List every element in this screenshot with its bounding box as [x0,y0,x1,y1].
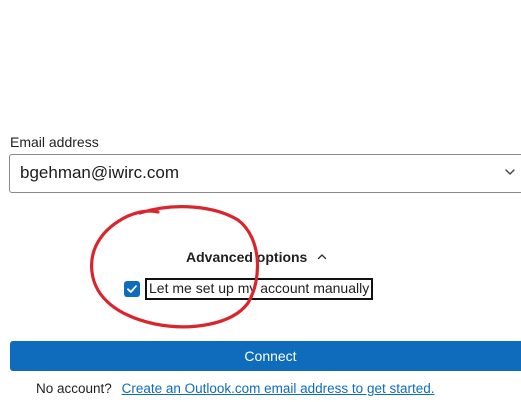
chevron-down-icon[interactable] [504,166,516,178]
connect-button[interactable]: Connect [10,341,521,371]
create-outlook-account-link[interactable]: Create an Outlook.com email address to g… [122,381,435,396]
account-setup-page: Email address bgehman@iwirc.com Advanced… [0,0,521,402]
manual-setup-label[interactable]: Let me set up my account manually [145,278,374,300]
no-account-text: No account? [36,381,112,396]
advanced-options-toggle[interactable]: Advanced options [186,248,327,266]
advanced-options-label[interactable]: Advanced options [186,249,307,265]
manual-setup-row[interactable]: Let me set up my account manually [124,278,374,300]
manual-setup-checkbox[interactable] [124,281,140,297]
chevron-up-icon[interactable] [317,252,327,262]
email-address-label: Email address [10,134,99,150]
email-address-combobox[interactable]: bgehman@iwirc.com [9,154,521,193]
footer-row: No account? Create an Outlook.com email … [36,381,434,396]
email-address-value[interactable]: bgehman@iwirc.com [20,163,179,183]
check-icon [127,285,137,293]
